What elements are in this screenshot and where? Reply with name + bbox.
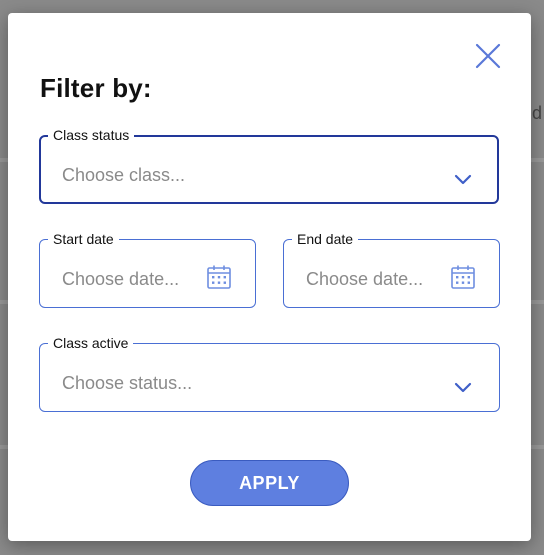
backdrop-text: d	[531, 103, 542, 123]
class-status-select[interactable]: Class status Choose class...	[39, 126, 499, 204]
calendar-icon[interactable]	[206, 264, 232, 290]
class-active-select[interactable]: Class active Choose status...	[39, 334, 500, 412]
filter-dialog: Filter by: Class status Choose class... …	[8, 13, 531, 541]
dialog-title: Filter by:	[40, 73, 152, 103]
start-date-label: Start date	[48, 230, 119, 248]
end-date-field[interactable]: End date Choose date...	[283, 230, 500, 308]
close-icon[interactable]	[475, 43, 501, 69]
calendar-icon[interactable]	[450, 264, 476, 290]
class-status-label: Class status	[48, 126, 135, 144]
start-date-placeholder: Choose date...	[62, 269, 180, 289]
apply-button[interactable]: APPLY	[190, 460, 349, 506]
chevron-down-icon[interactable]	[453, 172, 473, 186]
class-status-placeholder: Choose class...	[62, 165, 186, 185]
class-active-placeholder: Choose status...	[62, 373, 193, 393]
chevron-down-icon[interactable]	[453, 380, 473, 394]
start-date-field[interactable]: Start date Choose date...	[39, 230, 256, 308]
end-date-label: End date	[292, 230, 359, 248]
end-date-placeholder: Choose date...	[306, 269, 424, 289]
class-active-label: Class active	[48, 334, 134, 352]
close-button[interactable]	[475, 43, 501, 69]
